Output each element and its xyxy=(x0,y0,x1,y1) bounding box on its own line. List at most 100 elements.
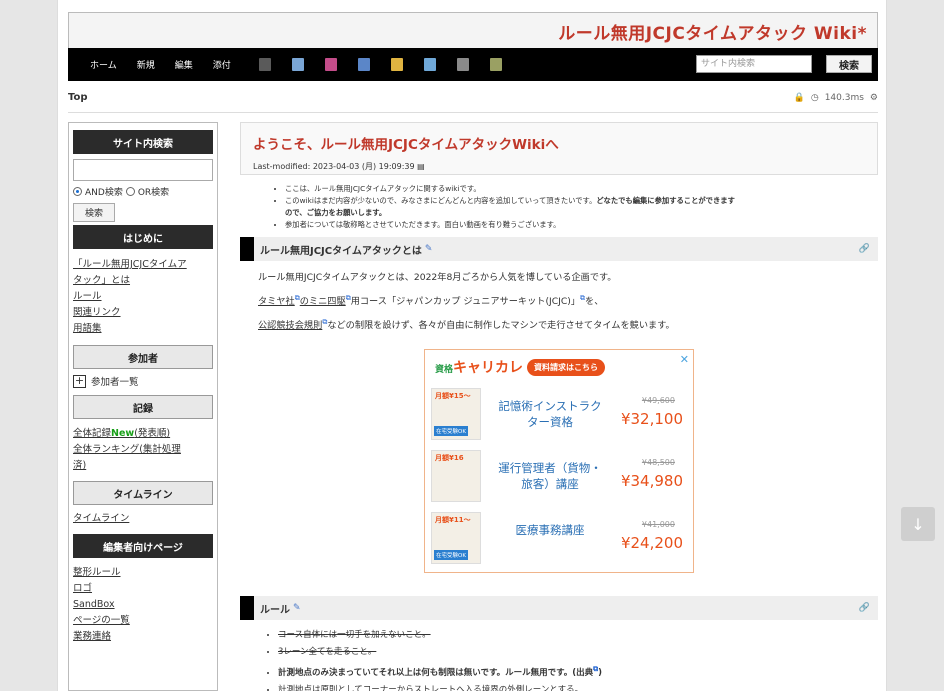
about-paragraph: ルール無用JCJCタイムアタックとは、2022年8月ごろから人気を博している企画… xyxy=(258,272,675,332)
and-radio[interactable] xyxy=(73,187,82,196)
ad-price[interactable]: ¥24,200 xyxy=(621,534,683,552)
sidebar-link-sandbox[interactable]: SandBox xyxy=(73,597,213,613)
ad-item[interactable]: 月額¥16 運行管理者（貨物・旅客）講座 ¥48,500 ¥34,980 xyxy=(425,446,693,508)
sidebar-search-input[interactable] xyxy=(73,159,213,181)
ad-price[interactable]: ¥32,100 xyxy=(621,410,683,428)
advertisement[interactable]: 資格キャリカレ 資料請求はこちら ✕ 月額¥15〜 在宅受験OK 記憶術インストラ… xyxy=(424,349,694,573)
sidebar-records-heading: 記録 xyxy=(73,395,213,419)
plus-icon[interactable]: + xyxy=(73,374,86,388)
sidebar-link-ranking-2[interactable]: 済) xyxy=(73,458,213,474)
page: ルール無用JCJCタイムアタック Wiki* ホーム 新規 編集 添付 サイト内… xyxy=(57,0,887,691)
ad-cta[interactable]: 資料請求はこちら xyxy=(527,358,606,376)
participants-link[interactable]: 参加者一覧 xyxy=(91,374,139,388)
pencil-icon[interactable]: ✎ xyxy=(293,603,301,613)
timing-text: 140.3ms xyxy=(824,93,864,103)
sidebar-link-about-1[interactable]: 「ルール無用JCJCタイムア xyxy=(73,257,213,273)
sidebar-link-contact[interactable]: 業務連絡 xyxy=(73,629,213,645)
sidebar-link-logo[interactable]: ロゴ xyxy=(73,581,213,597)
participants-toggle[interactable]: + 参加者一覧 xyxy=(73,374,213,388)
intro-item: 参加者については敬称略とさせていただきます。面白い動画を有り難うございます。 xyxy=(285,219,878,231)
ad-close-icon[interactable]: ✕ xyxy=(680,353,689,366)
or-radio[interactable] xyxy=(125,187,135,196)
recent-icon[interactable] xyxy=(489,58,502,71)
lock-icon[interactable]: 🔒 xyxy=(794,93,805,103)
nav-edit[interactable]: 編集 xyxy=(175,58,193,71)
ad-old-price: ¥41,000 xyxy=(641,520,675,529)
scroll-top-button[interactable]: ↓ xyxy=(901,507,935,541)
section-heading-rules: ルール ✎ 🔗 xyxy=(240,596,878,621)
sidebar-search-heading: サイト内検索 xyxy=(73,130,213,154)
arrow-down-icon[interactable]: ↓ xyxy=(911,515,924,534)
external-link-icon[interactable]: ⧉ xyxy=(593,665,598,673)
link-icon[interactable]: 🔗 xyxy=(859,244,870,254)
intro-list: ここは、ルール無用JCJCタイムアタックに関するwikiです。 このwikiはま… xyxy=(285,183,878,231)
sidebar-hajime-heading: はじめに xyxy=(73,225,213,249)
breadcrumb: Top 🔒 ◷ 140.3ms ⚙ xyxy=(68,92,878,110)
search-input[interactable]: サイト内検索 xyxy=(696,55,812,73)
or-label: OR検索 xyxy=(137,188,170,198)
ad-header[interactable]: 資格キャリカレ 資料請求はこちら xyxy=(425,350,693,384)
regulation-link[interactable]: 公認競技会規則 xyxy=(258,320,322,331)
page-info: 🔒 ◷ 140.3ms ⚙ xyxy=(794,93,878,103)
sidebar-link-records[interactable]: 全体記録New(発表順) xyxy=(73,426,213,442)
ad-old-price: ¥48,500 xyxy=(641,458,675,467)
gear-icon[interactable]: ⚙ xyxy=(870,93,878,103)
page-icon[interactable] xyxy=(258,58,271,71)
nav-new[interactable]: 新規 xyxy=(137,58,155,71)
section-title: ルール xyxy=(260,604,290,616)
last-modified: Last-modified: 2023-04-03 (月) 19:09:39 ▤ xyxy=(253,162,425,171)
pencil-icon[interactable]: ✎ xyxy=(425,244,433,254)
ad-title[interactable]: 医療事務講座 xyxy=(495,522,605,538)
sidebar-participants-heading: 参加者 xyxy=(73,345,213,369)
sidebar: サイト内検索 AND検索 OR検索 検索 はじめに 「ルール無用JCJCタイムア… xyxy=(68,122,218,691)
ad-title[interactable]: 記憶術インストラクター資格 xyxy=(495,398,605,430)
new-page-icon[interactable] xyxy=(291,58,304,71)
ad-price[interactable]: ¥34,980 xyxy=(621,472,683,490)
ad-item[interactable]: 月額¥15〜 在宅受験OK 記憶術インストラクター資格 ¥49,600 ¥32,1… xyxy=(425,384,693,446)
sidebar-editor-heading: 編集者向けページ xyxy=(73,534,213,558)
ad-image[interactable]: 月額¥15〜 在宅受験OK xyxy=(431,388,481,440)
link-icon[interactable]: 🔗 xyxy=(859,603,870,613)
search-mode: AND検索 OR検索 xyxy=(73,185,213,198)
sidebar-link-about-2[interactable]: タック」とは xyxy=(73,273,213,289)
breadcrumb-top[interactable]: Top xyxy=(68,92,88,103)
sidebar-link-pagelist[interactable]: ページの一覧 xyxy=(73,613,213,629)
ad-title[interactable]: 運行管理者（貨物・旅客）講座 xyxy=(495,460,605,492)
sidebar-link-links[interactable]: 関連リンク xyxy=(73,305,213,321)
note-icon: ▤ xyxy=(417,162,425,171)
search-button[interactable]: 検索 xyxy=(826,55,872,73)
toolbar-icons xyxy=(258,58,523,71)
ad-image[interactable]: 月額¥16 xyxy=(431,450,481,502)
rule-item: 計測地点のみ決まっていてそれ以上は何も制限は無いです。ルール無用です。(出典⧉) xyxy=(278,661,878,682)
section-heading-about: ルール無用JCJCタイムアタックとは ✎ 🔗 xyxy=(240,237,878,261)
nav-attach[interactable]: 添付 xyxy=(213,58,231,71)
sidebar-link-formatting[interactable]: 整形ルール xyxy=(73,565,213,581)
edit-icon[interactable] xyxy=(324,58,337,71)
sidebar-link-glossary[interactable]: 用語集 xyxy=(73,321,213,337)
ad-item[interactable]: 月額¥11〜 在宅受験OK 医療事務講座 ¥41,000 ¥24,200 xyxy=(425,508,693,570)
ad-old-price: ¥49,600 xyxy=(641,396,675,405)
and-label: AND検索 xyxy=(85,188,123,198)
top-nav: ホーム 新規 編集 添付 サイト内検索 検索 xyxy=(68,48,878,81)
clock-icon: ◷ xyxy=(810,93,819,103)
sidebar-link-rules[interactable]: ルール xyxy=(73,289,213,305)
list-icon[interactable] xyxy=(456,58,469,71)
ad-image[interactable]: 月額¥11〜 在宅受験OK xyxy=(431,512,481,564)
rule-item: 計測地点は原則としてコーナーからストレートへ入る境界の外側レーンとする。 xyxy=(278,682,878,691)
diff-icon[interactable] xyxy=(357,58,370,71)
backup-icon[interactable] xyxy=(390,58,403,71)
divider xyxy=(68,112,878,113)
sidebar-link-ranking-1[interactable]: 全体ランキング(集計処理 xyxy=(73,442,213,458)
rules-list: コース自体には一切手を加えないこと。 3レーン全てを走ること。 計測地点のみ決ま… xyxy=(278,627,878,691)
site-title[interactable]: ルール無用JCJCタイムアタック Wiki* xyxy=(558,19,867,44)
ad-logo[interactable]: 資格キャリカレ xyxy=(435,357,523,377)
sidebar-search-button[interactable]: 検索 xyxy=(73,203,115,222)
rule-item: 3レーン全てを走ること。 xyxy=(278,644,878,661)
rule-item: コース自体には一切手を加えないこと。 xyxy=(278,627,878,644)
sidebar-link-timeline[interactable]: タイムライン xyxy=(73,511,213,527)
nav-home[interactable]: ホーム xyxy=(90,58,117,71)
page-header: ようこそ、ルール無用JCJCタイムアタックWikiへ Last-modified… xyxy=(240,122,878,175)
attach-icon[interactable] xyxy=(423,58,436,71)
header: ルール無用JCJCタイムアタック Wiki* xyxy=(68,12,878,48)
tamiya-link[interactable]: タミヤ社 xyxy=(258,296,295,307)
